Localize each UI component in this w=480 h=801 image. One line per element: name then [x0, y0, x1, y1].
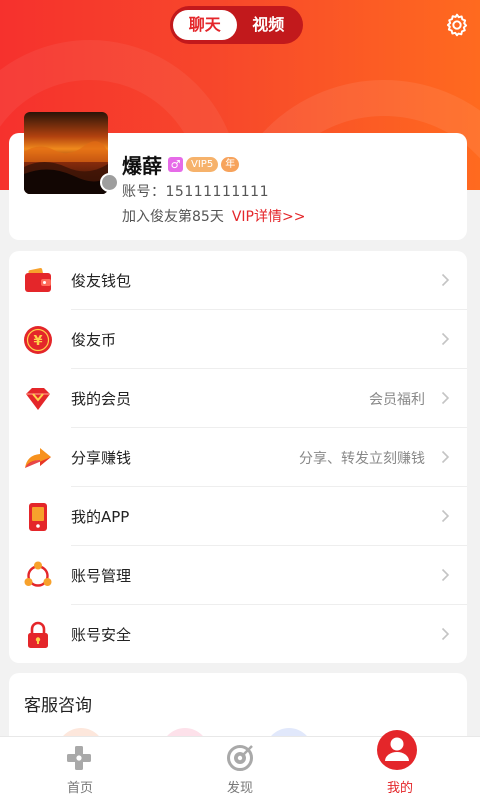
tab-mine[interactable]: 我的: [320, 730, 480, 801]
tab-discover[interactable]: 发现: [160, 737, 320, 801]
tab-label: 首页: [66, 781, 93, 796]
menu-item-label: 我的APP: [71, 508, 130, 526]
menu-item-my-app[interactable]: 我的APP: [9, 487, 467, 546]
lock-icon: [28, 621, 48, 648]
chat-video-switch: 聊天 视频: [170, 6, 303, 44]
chevron-right-icon: [441, 627, 450, 641]
gamepad-icon: [67, 746, 91, 770]
menu-item-wallet[interactable]: 俊友钱包: [9, 251, 467, 310]
coin-icon: ¥: [24, 326, 52, 354]
menu-item-account-security[interactable]: 账号安全: [9, 605, 467, 664]
join-info: 加入俊友第85天 VIP详情>>: [122, 206, 305, 226]
year-badge: 年: [221, 157, 240, 172]
vip-details-link[interactable]: VIP详情>>: [232, 209, 306, 225]
user-icon: [377, 730, 417, 770]
chevron-right-icon: [441, 391, 450, 405]
bottom-tab-bar: 首页 发现 我的: [0, 730, 480, 801]
phone-icon: [29, 503, 47, 531]
avatar-status-icon: [100, 173, 119, 192]
tab-label: 发现: [226, 781, 253, 796]
menu-item-coin[interactable]: ¥ 俊友币: [9, 310, 467, 369]
chevron-right-icon: [441, 332, 450, 346]
chevron-right-icon: [441, 568, 450, 582]
menu-item-label: 账号管理: [71, 567, 132, 585]
customer-service-title: 客服咨询: [24, 696, 92, 716]
avatar[interactable]: [24, 112, 108, 194]
chevron-right-icon: [441, 509, 450, 523]
tab-home[interactable]: 首页: [0, 737, 160, 801]
menu-item-hint: 会员福利: [369, 392, 425, 408]
menu-item-label: 俊友币: [71, 331, 117, 349]
wallet-icon: [25, 268, 51, 292]
tab-chat[interactable]: 聊天: [173, 10, 237, 40]
svg-text:¥: ¥: [33, 334, 42, 349]
menu-item-account-manage[interactable]: 账号管理: [9, 546, 467, 605]
male-icon: ♂: [168, 157, 183, 172]
nickname: 爆薛: [122, 154, 162, 178]
menu-item-hint: 分享、转发立刻赚钱: [299, 451, 425, 467]
discover-icon: [227, 745, 253, 771]
menu-item-label: 账号安全: [71, 626, 132, 644]
account-manage-icon: [24, 561, 52, 587]
chevron-right-icon: [441, 273, 450, 287]
share-arrow-icon: [25, 448, 51, 468]
menu-list: 俊友钱包 ¥ 俊友币 我的会员 会员福利 分享赚钱 分享、转发立刻赚钱 我的AP…: [9, 251, 467, 663]
menu-item-membership[interactable]: 我的会员 会员福利: [9, 369, 467, 428]
vip-badge: VIP5: [186, 157, 219, 172]
menu-item-share-earn[interactable]: 分享赚钱 分享、转发立刻赚钱: [9, 428, 467, 487]
join-days: 加入俊友第85天: [122, 209, 224, 225]
gear-icon[interactable]: [444, 12, 470, 38]
name-row: 爆薛 ♂ VIP5 年: [122, 150, 240, 179]
chevron-right-icon: [441, 450, 450, 464]
tab-label: 我的: [386, 781, 413, 796]
menu-item-label: 分享赚钱: [71, 449, 132, 467]
diamond-icon: [26, 388, 50, 410]
menu-item-label: 我的会员: [71, 390, 132, 408]
menu-item-label: 俊友钱包: [71, 272, 132, 290]
tab-video[interactable]: 视频: [237, 10, 301, 40]
account-number: 账号：15111111111: [122, 184, 269, 200]
